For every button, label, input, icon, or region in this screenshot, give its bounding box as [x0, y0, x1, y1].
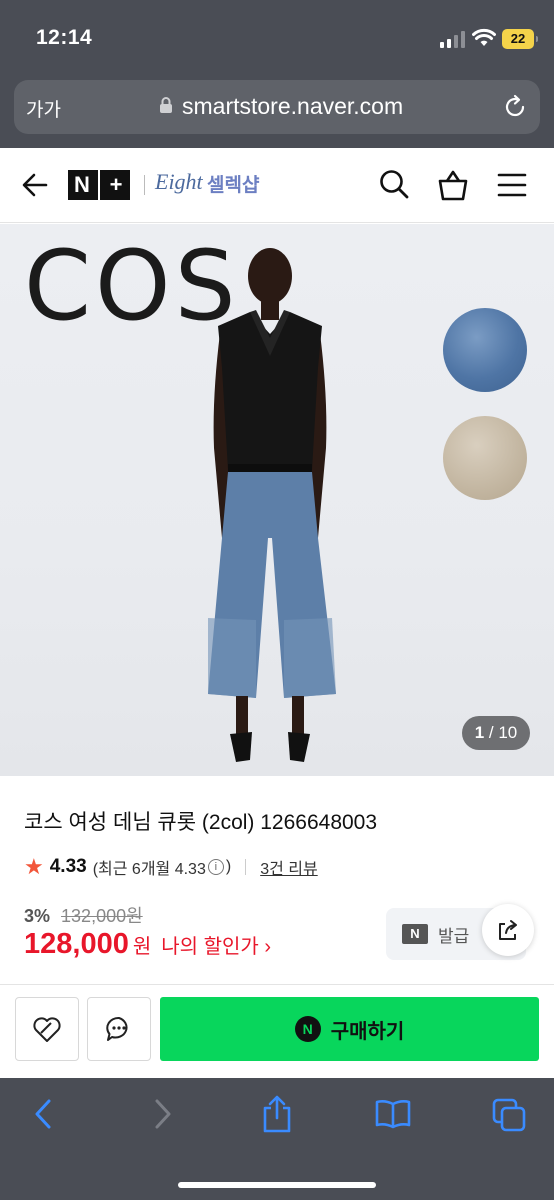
safari-share-icon[interactable] [260, 1094, 294, 1134]
safari-forward-icon[interactable] [150, 1098, 174, 1130]
product-title: 코스 여성 데님 큐롯 (2col) 1266648003 [24, 811, 378, 834]
sale-price: 128,000 [24, 928, 129, 960]
buy-button[interactable]: N 구매하기 [160, 997, 539, 1061]
info-icon[interactable]: i [207, 859, 224, 875]
price-currency: 원 [132, 936, 152, 958]
menu-icon[interactable] [497, 172, 527, 198]
naver-coupon-icon: N [402, 924, 428, 944]
browser-toolbar [0, 1078, 554, 1200]
wifi-icon [472, 28, 496, 46]
review-count-link[interactable]: 3건 리뷰 [260, 855, 318, 879]
text-size-button[interactable]: 가가 [26, 95, 61, 122]
star-icon: ★ [24, 854, 44, 879]
safari-back-icon[interactable] [32, 1098, 56, 1130]
color-swatch-denim[interactable] [443, 308, 527, 392]
store-header: N + Eight 셀렉샵 [0, 148, 554, 223]
status-bar: 12:14 22 [0, 0, 554, 80]
product-image-carousel[interactable]: COS 1 / 10 [0, 224, 554, 776]
tabs-icon[interactable] [492, 1098, 526, 1132]
zzim-button[interactable] [15, 997, 79, 1061]
product-photo [208, 248, 336, 762]
back-icon[interactable] [20, 170, 50, 200]
my-discount-link[interactable]: 나의 할인가 › [161, 930, 271, 959]
buy-label: 구매하기 [330, 1020, 405, 1043]
discount-rate: 3% [24, 906, 51, 926]
coupon-label: 발급 [438, 926, 470, 946]
discount-row: 3% 132,000원 [24, 902, 143, 928]
status-time: 12:14 [36, 26, 93, 49]
store-name[interactable]: 셀렉샵 [207, 170, 259, 197]
reload-icon[interactable] [502, 94, 528, 120]
rating-detail: (최근 6개월 4.33 [92, 861, 206, 878]
rating-score: 4.33 [49, 856, 87, 877]
share-icon [499, 920, 517, 940]
nplus-logo[interactable]: N + [68, 170, 130, 200]
talk-icon [106, 1016, 128, 1041]
logo-divider [144, 175, 145, 195]
original-price: 132,000원 [61, 906, 143, 926]
url-text[interactable]: smartstore.naver.com [182, 93, 403, 120]
battery-indicator: 22 [502, 29, 538, 49]
product-info: 코스 여성 데님 큐롯 (2col) 1266648003 ★ 4.33 (최근… [0, 776, 554, 986]
lock-icon [160, 97, 172, 113]
rating-row: ★ 4.33 (최근 6개월 4.33 i ) 3건 리뷰 [24, 854, 318, 880]
web-page: N + Eight 셀렉샵 COS 1 / 10 코스 여성 데님 큐롯 (2c… [0, 148, 554, 1078]
naver-pay-icon: N [294, 1016, 321, 1042]
image-pager: 1 / 10 [462, 716, 530, 750]
cellular-signal-icon [440, 31, 465, 48]
bookmarks-icon[interactable] [374, 1098, 412, 1130]
cart-icon[interactable] [437, 168, 469, 202]
zzim-icon [33, 1017, 61, 1042]
search-icon[interactable] [378, 168, 410, 200]
price-row: 128,000 원 나의 할인가 › [24, 928, 271, 961]
store-name-script[interactable]: Eight [155, 169, 203, 195]
home-indicator [178, 1182, 376, 1188]
purchase-bar: N 구매하기 [0, 984, 554, 1078]
address-bar[interactable]: 가가 smartstore.naver.com [14, 80, 540, 134]
share-button[interactable] [482, 904, 534, 956]
color-swatch-beige[interactable] [443, 416, 527, 500]
rating-detail-close: ) [225, 858, 232, 875]
talk-button[interactable] [87, 997, 151, 1061]
